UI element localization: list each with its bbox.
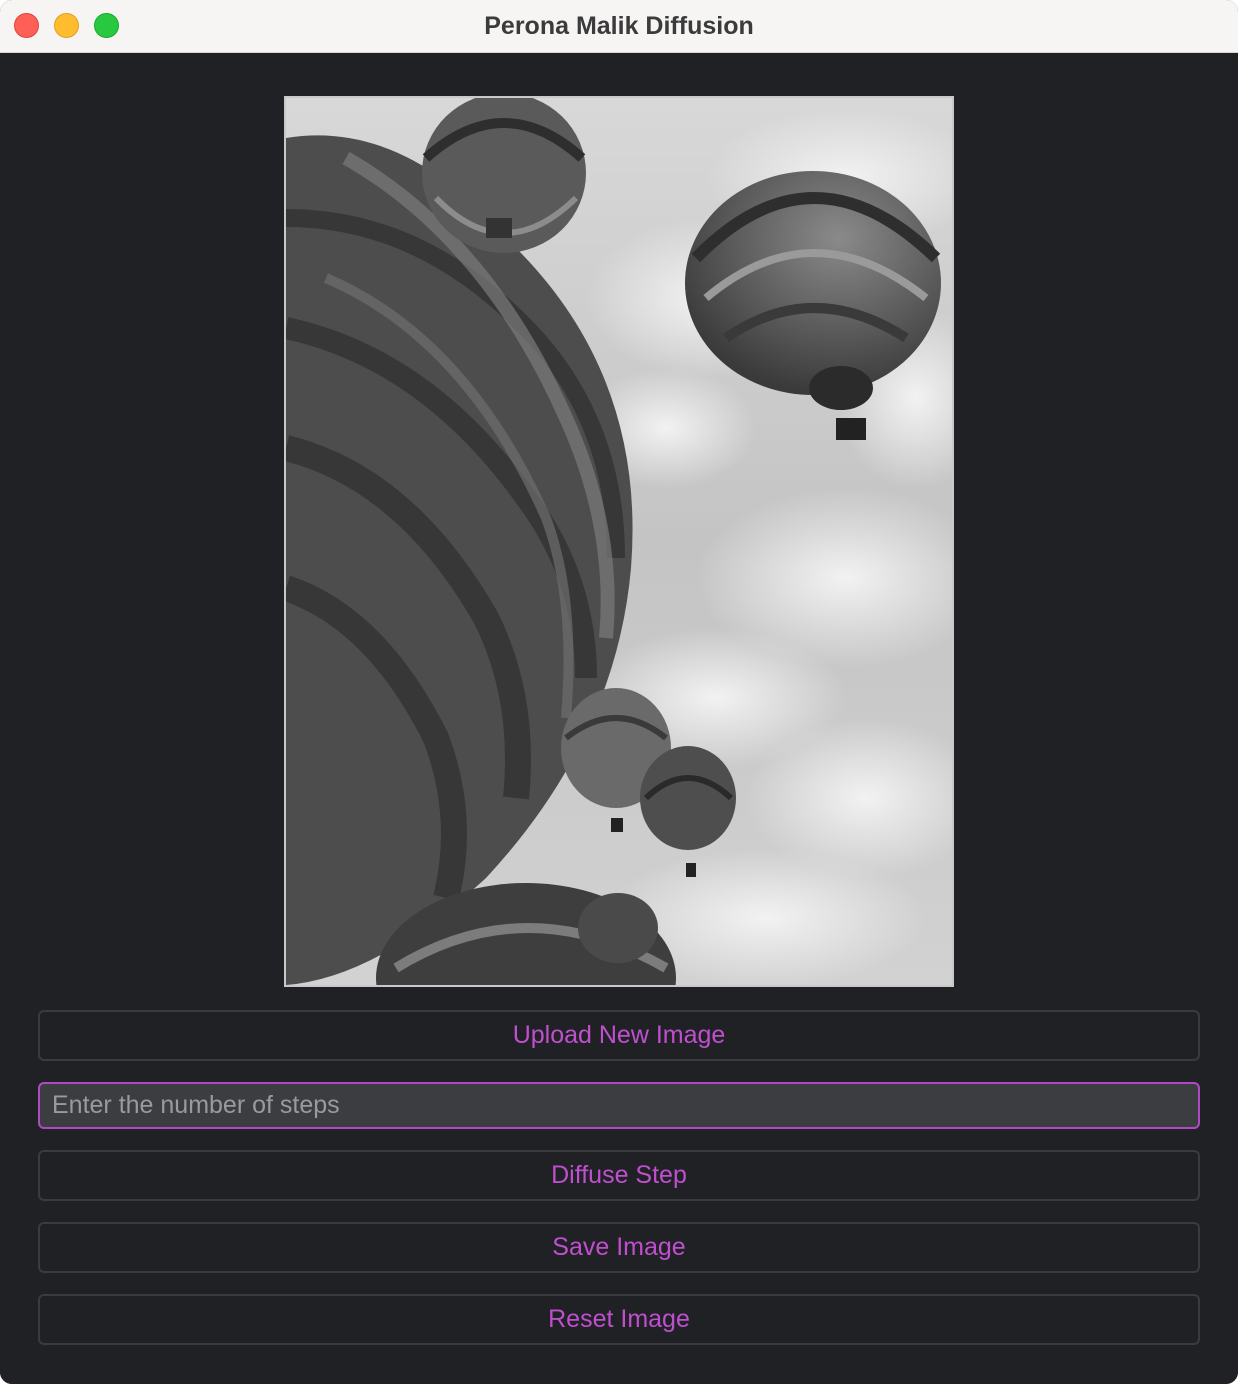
steps-input[interactable]: [38, 1082, 1200, 1129]
main-content: Upload New Image Diffuse Step Save Image…: [0, 53, 1238, 1384]
reset-image-button[interactable]: Reset Image: [38, 1294, 1200, 1345]
save-image-button[interactable]: Save Image: [38, 1222, 1200, 1273]
title-bar: Perona Malik Diffusion: [0, 0, 1238, 53]
app-window: Perona Malik Diffusion Upload New Image …: [0, 0, 1238, 1384]
balloon-photo: [286, 98, 952, 985]
diffuse-step-button[interactable]: Diffuse Step: [38, 1150, 1200, 1201]
window-title: Perona Malik Diffusion: [484, 12, 754, 40]
image-preview: [284, 96, 954, 987]
upload-new-image-button[interactable]: Upload New Image: [38, 1010, 1200, 1061]
